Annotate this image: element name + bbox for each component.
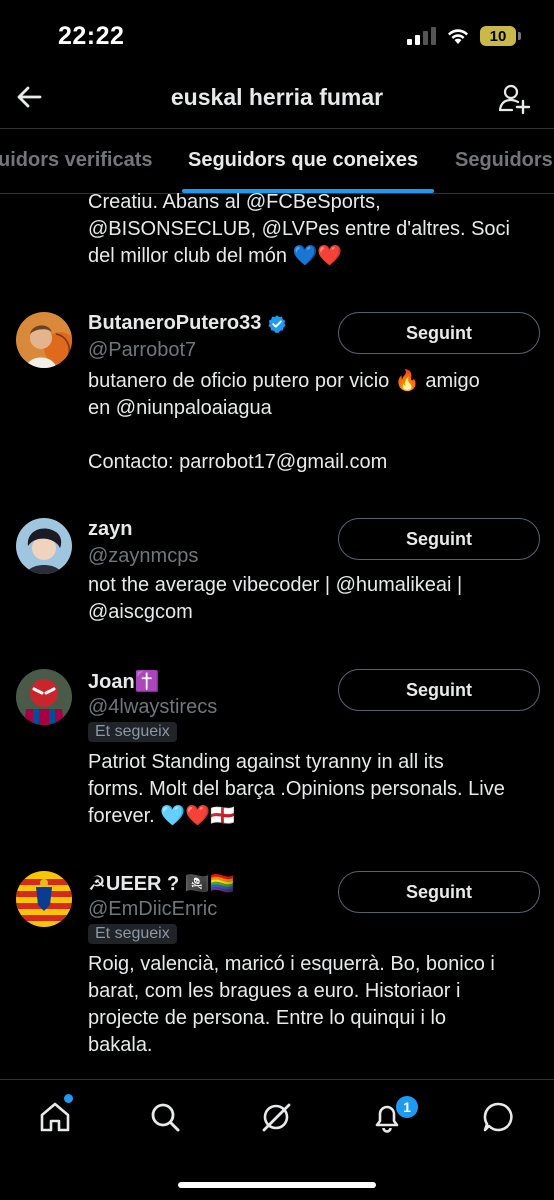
- following-button[interactable]: Seguint: [338, 312, 540, 354]
- bottom-nav: 1: [0, 1079, 554, 1200]
- bio-line: butanero de oficio putero por vicio 🔥 am…: [88, 370, 480, 392]
- home-icon[interactable]: [38, 1100, 72, 1134]
- battery-level: 10: [489, 27, 507, 45]
- bio-line: forever. 🩵❤️🏴󠁧󠁢󠁥󠁮󠁧󠁿: [88, 805, 235, 827]
- home-unread-dot: [64, 1094, 73, 1103]
- bio-line: [88, 422, 538, 449]
- status-time: 22:22: [58, 22, 125, 50]
- previous-user-bio: Creatiu. Abans al @FCBeSports, @BISONSEC…: [88, 193, 510, 267]
- bio-line: projecte de persona. Entre lo quinqui i …: [88, 1007, 447, 1029]
- wifi-icon: [448, 29, 468, 44]
- messages-icon[interactable]: [481, 1100, 515, 1134]
- user-handle: @4lwaystirecs: [88, 696, 218, 718]
- tab-followers-you-know[interactable]: Seguidors que coneixes: [188, 149, 418, 172]
- user-display-name[interactable]: Joan✝️: [88, 669, 160, 694]
- user-display-name[interactable]: ButaneroPutero33: [88, 312, 261, 335]
- user-display-name[interactable]: zayn: [88, 518, 132, 541]
- following-button[interactable]: Seguint: [338, 871, 540, 913]
- user-handle: @zaynmcps: [88, 545, 199, 567]
- page-header: euskal herria fumar: [0, 70, 554, 128]
- verified-badge-icon: [268, 314, 286, 333]
- followers-tabs: uidors verificats Seguidors que coneixes…: [0, 128, 554, 194]
- followers-list[interactable]: Creatiu. Abans al @FCBeSports, @BISONSEC…: [0, 193, 554, 1079]
- bio-line: en @niunpaloaiagua: [88, 397, 272, 419]
- cellular-signal-icon: [407, 27, 436, 45]
- following-button[interactable]: Seguint: [338, 669, 540, 711]
- grok-icon[interactable]: [259, 1100, 293, 1134]
- avatar[interactable]: [16, 518, 72, 574]
- search-icon[interactable]: [148, 1100, 182, 1134]
- user-handle: @Parrobot7: [88, 339, 197, 361]
- add-user-icon[interactable]: [498, 82, 532, 116]
- user-display-name[interactable]: ☭UEER ? 🏴‍☠️🏳️‍🌈: [88, 871, 235, 896]
- user-bio: Roig, valencià, maricó i esquerrà. Bo, b…: [88, 951, 538, 1059]
- home-indicator[interactable]: [178, 1182, 376, 1188]
- battery-icon: 10: [480, 26, 521, 46]
- user-bio: Patriot Standing against tyranny in all …: [88, 749, 538, 830]
- user-bio: butanero de oficio putero por vicio 🔥 am…: [88, 368, 538, 476]
- tab-followers[interactable]: Seguidors: [455, 149, 553, 172]
- bio-line: bakala.: [88, 1034, 153, 1056]
- bio-line: @aiscgcom: [88, 601, 193, 623]
- bio-line: forms. Molt del barça .Opinions personal…: [88, 778, 505, 800]
- bio-line: Patriot Standing against tyranny in all …: [88, 751, 444, 773]
- avatar[interactable]: [16, 669, 72, 725]
- status-bar: 22:22 10: [0, 0, 554, 70]
- avatar[interactable]: [16, 312, 72, 368]
- avatar[interactable]: [16, 871, 72, 927]
- following-button[interactable]: Seguint: [338, 518, 540, 560]
- user-bio: not the average vibecoder | @humalikeai …: [88, 572, 538, 626]
- bio-line: not the average vibecoder | @humalikeai …: [88, 574, 463, 596]
- bio-line: barat, com les bragues a euro. Historiao…: [88, 980, 461, 1002]
- follows-you-badge: Et segueix: [88, 924, 177, 944]
- user-handle: @EmDiicEnric: [88, 898, 218, 920]
- follows-you-badge: Et segueix: [88, 722, 177, 742]
- tab-verified-followers[interactable]: uidors verificats: [0, 149, 153, 172]
- bio-line: Contacto: parrobot17@gmail.com: [88, 451, 388, 473]
- bio-line: Roig, valencià, maricó i esquerrà. Bo, b…: [88, 953, 495, 975]
- notifications-count-badge: 1: [394, 1094, 420, 1120]
- page-title: euskal herria fumar: [170, 84, 384, 110]
